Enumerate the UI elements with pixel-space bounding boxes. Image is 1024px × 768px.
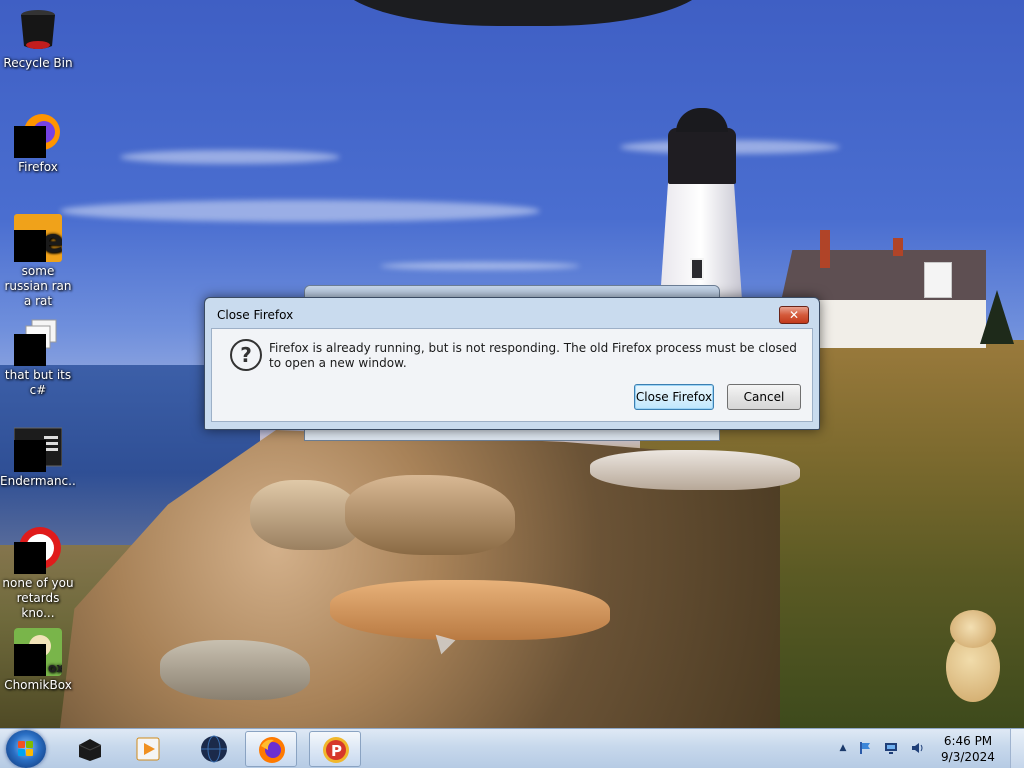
rock [345,475,515,555]
close-icon: ✕ [788,308,800,322]
lighthouse-lantern [668,128,736,184]
chomikbox-icon: ox [14,628,64,676]
dialog-message: Firefox is already running, but is not r… [269,341,797,370]
desktop-icon-none-of-you[interactable]: none of you retards kno... [0,526,76,621]
rock [160,640,310,700]
windows-start-icon [18,741,34,757]
rock [590,450,800,490]
taskbar-button-media-player[interactable] [122,731,174,767]
house-dormer [924,262,952,298]
desktop-icon-label: that but its c# [4,368,72,397]
desktop-icon-label: Endermanc... [0,474,76,488]
lighthouse-window [690,258,704,280]
windows-start-button[interactable] [6,730,46,768]
app-e-icon: e [14,214,64,262]
firefox-icon [259,737,285,763]
hamster-mascot [940,610,1004,706]
globe-icon [201,735,227,763]
clock-time: 6:46 PM [943,734,993,748]
clock[interactable]: 6:46 PM 9/3/2024 [938,733,998,765]
lighthouse-cap [676,108,728,132]
network-icon[interactable] [884,741,898,755]
desktop-icon-that-but-csharp[interactable]: that but its c# [0,318,76,398]
svg-text:P: P [331,742,342,760]
dialog-close-button[interactable]: ✕ [779,306,809,324]
svg-text:ox: ox [48,661,62,675]
firefox-icon [14,110,62,158]
hamster-head [950,610,996,648]
desktop-icon-some-russian[interactable]: e some russian ran a rat [0,214,76,309]
desktop-icon-recycle-bin[interactable]: Recycle Bin [0,6,76,71]
media-player-icon [136,737,160,761]
desktop-icon-chomikbox[interactable]: ox ChomikBox [0,628,76,693]
question-icon: ? [230,339,262,371]
chimney [820,230,830,268]
cloud [380,262,580,270]
show-desktop-button[interactable] [1010,729,1024,768]
show-hidden-icons-button[interactable]: ▲ [836,741,850,755]
desktop-icon-label: ChomikBox [4,678,72,692]
taskbar-button-p-app[interactable]: P [309,731,361,767]
speaker-icon[interactable] [910,741,924,755]
p-app-icon: P [323,737,349,763]
taskbar-button-black-box[interactable] [64,731,116,767]
red-circle-app-icon [14,526,62,574]
system-tray: ▲ 6:46 PM 9/3/2024 [834,729,1024,768]
dialog-body: ? Firefox is already running, but is not… [211,328,813,422]
cloud [120,150,340,164]
rock [330,580,610,640]
close-firefox-dialog: Close Firefox ✕ ? Firefox is already run… [204,297,820,430]
desktop-icon-firefox[interactable]: Firefox [0,110,76,175]
cloud [60,200,540,222]
recycle-bin-icon [14,6,62,54]
desktop-icon-label: some russian ran a rat [4,264,72,308]
taskbar: P ▲ 6:46 PM 9/3/2024 [0,728,1024,768]
rock [250,480,360,550]
flag-icon[interactable] [858,741,872,755]
close-firefox-button[interactable]: Close Firefox [634,384,714,410]
desktop-icon-endermanch[interactable]: Endermanc... [0,424,76,489]
app-window-icon [13,424,63,472]
dialog-title: Close Firefox [217,308,294,322]
cancel-button[interactable]: Cancel [727,384,801,410]
copy-windows-icon [14,318,62,366]
desktop-icon-label: none of you retards kno... [2,576,74,620]
taskbar-button-globe[interactable] [188,731,240,767]
black-box-app-icon [78,739,102,761]
clock-date: 9/3/2024 [941,750,995,764]
taskbar-button-firefox[interactable] [245,731,297,767]
desktop-icon-label: Firefox [18,160,58,174]
lighthouse [660,180,742,300]
desktop-icon-label: Recycle Bin [3,56,73,70]
chimney [893,238,903,256]
